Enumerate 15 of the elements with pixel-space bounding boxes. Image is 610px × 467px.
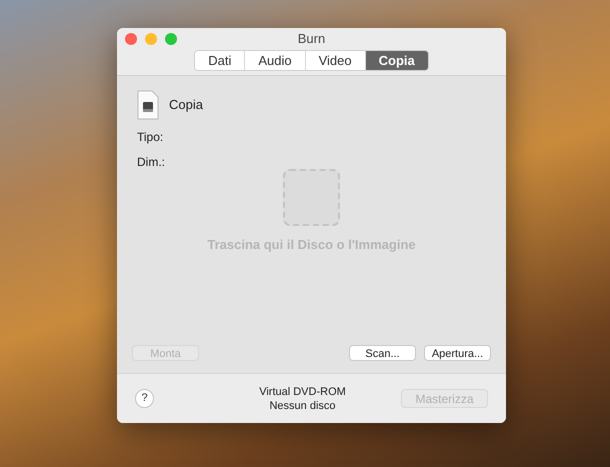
window-title: Burn	[298, 30, 326, 48]
action-button[interactable]: Scan...	[349, 345, 416, 361]
drop-target[interactable]	[283, 169, 340, 226]
type-label: Tipo:	[137, 129, 164, 146]
zoom-button[interactable]	[165, 33, 177, 45]
minimize-button[interactable]	[145, 33, 157, 45]
help-button[interactable]: ?	[135, 389, 154, 408]
disc-status: Nessun disco	[269, 398, 336, 412]
action-button[interactable]: Apertura...	[424, 345, 491, 361]
close-button[interactable]	[125, 33, 137, 45]
disc-image-file-icon	[137, 90, 159, 120]
tab[interactable]: Copia	[364, 51, 428, 70]
source-name: Copia	[169, 96, 203, 114]
size-label: Dim.:	[137, 154, 166, 171]
device-name: Virtual DVD-ROM	[259, 384, 346, 398]
